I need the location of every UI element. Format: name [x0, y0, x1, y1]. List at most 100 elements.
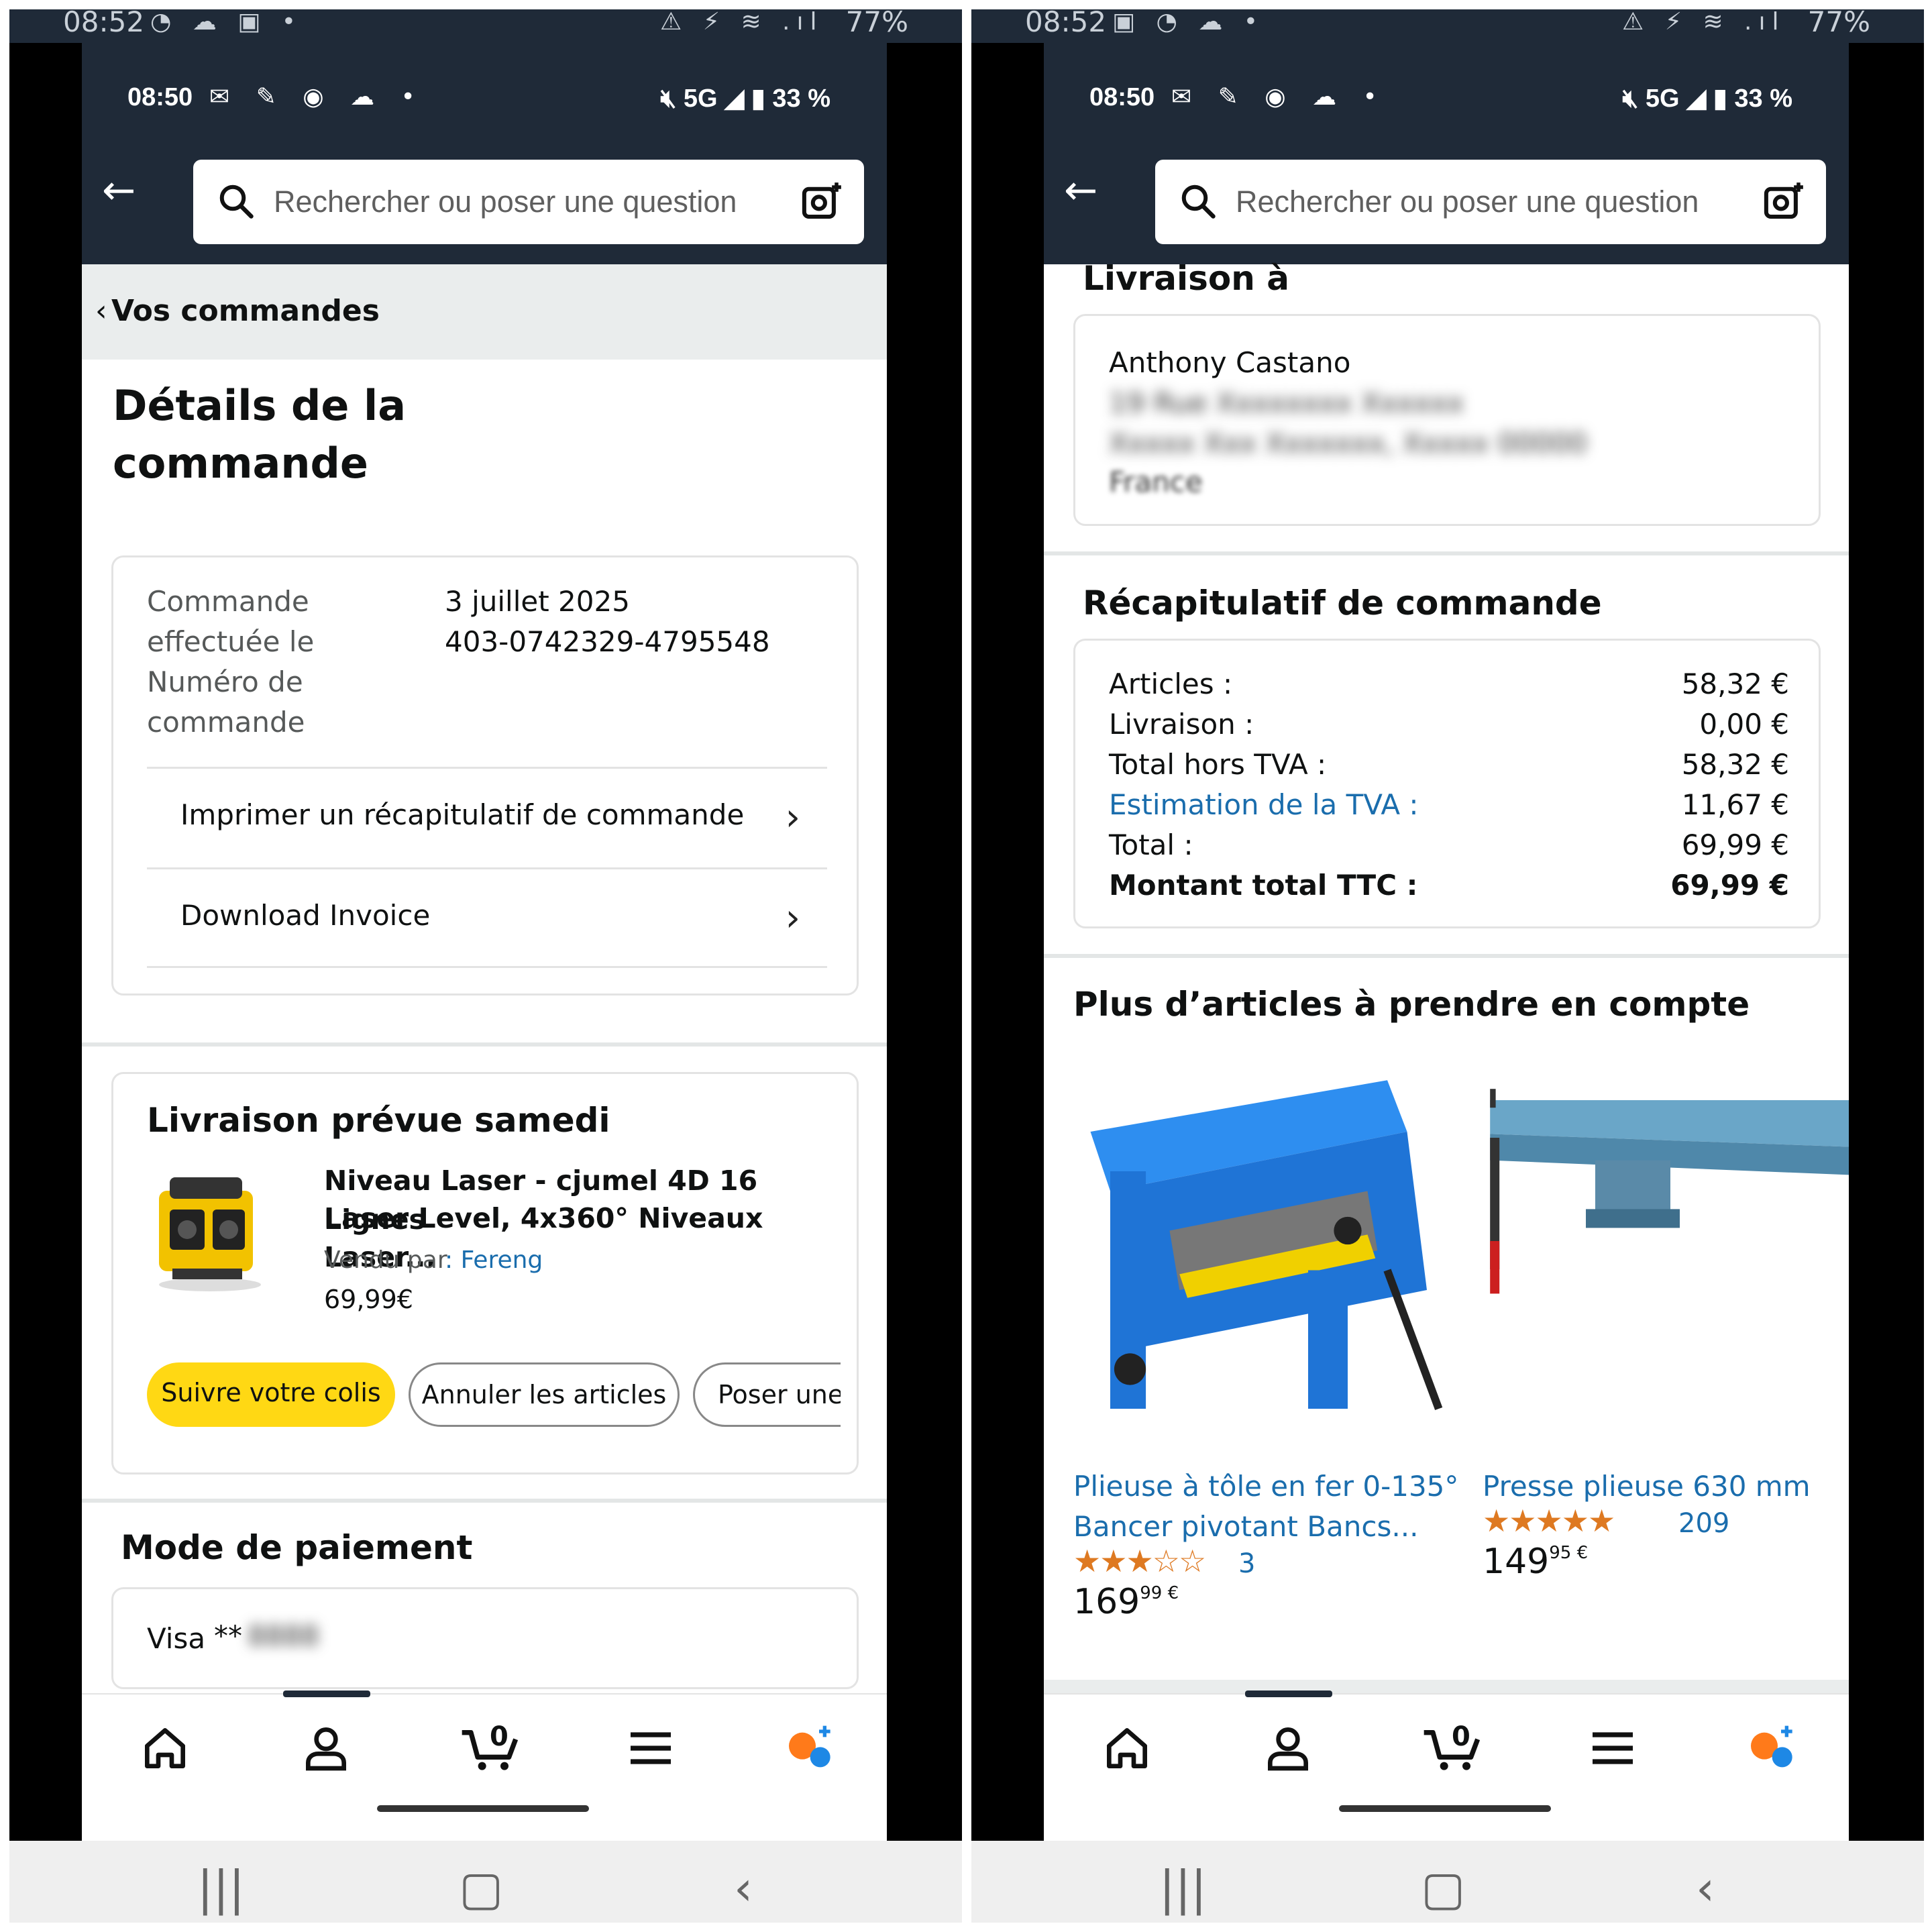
cart-icon[interactable]: 0	[458, 1721, 538, 1782]
network-label: 5G	[1645, 85, 1680, 113]
summary-label: Montant total TTC :	[1109, 869, 1418, 902]
summary-row-vat: Estimation de la TVA : 11,67 €	[1109, 788, 1789, 828]
payment-heading: Mode de paiement	[121, 1528, 473, 1567]
product-title-line1[interactable]: Plieuse à tôle en fer 0-135°	[1073, 1466, 1458, 1507]
order-info-card: Commande effectuée le Numéro de commande…	[111, 555, 859, 996]
account-icon[interactable]	[1261, 1721, 1322, 1782]
summary-row-subtotal: Total hors TVA : 58,32 €	[1109, 748, 1789, 788]
bottom-navigation: 0	[82, 1690, 887, 1841]
system-navigation: ||| ▢ ‹	[971, 1841, 1924, 1923]
summary-value: 58,32 €	[1681, 748, 1789, 781]
outer-status-bar: 08:52 ▣ ◔ ☁ • ⚠ ⚡ ≋ .ıl 77%	[971, 9, 1924, 43]
back-button-icon[interactable]: ‹	[1696, 1861, 1715, 1916]
address-country: France	[1109, 466, 1203, 498]
home-button-icon[interactable]: ▢	[459, 1861, 503, 1916]
summary-label: Articles :	[1109, 667, 1233, 700]
home-button-icon[interactable]: ▢	[1421, 1861, 1465, 1916]
payment-card-mask: **	[214, 1619, 242, 1652]
track-package-button[interactable]: Suivre votre colis	[147, 1362, 395, 1427]
outer-status-time: 08:52	[63, 9, 145, 38]
notification-icons: ✉ ✎ ◉ ☁ •	[209, 83, 425, 111]
chevron-left-icon: ‹	[95, 294, 107, 328]
recent-apps-icon[interactable]: |||	[1159, 1861, 1207, 1916]
product-rating-stars: ★★★☆☆	[1073, 1543, 1206, 1579]
status-right: 🔇︎ 5G ◢ ▮ 33 %	[660, 83, 830, 113]
recipient-name: Anthony Castano	[1109, 346, 1351, 379]
outer-status-time: 08:52	[1025, 9, 1107, 38]
shipping-address-card: Anthony Castano 19 Rue Xxxxxxxx Xxxxxx X…	[1073, 314, 1821, 526]
print-summary-link[interactable]: Imprimer un récapitulatif de commande ›	[147, 767, 827, 867]
recent-apps-icon[interactable]: |||	[197, 1861, 245, 1916]
search-input[interactable]	[1236, 173, 1732, 231]
sold-by-label: Vendu par	[324, 1246, 447, 1274]
left-screenshot: 08:52 ◔ ☁ ▣ • ⚠ ⚡ ≋ .ıl 77% 08:50 ✉ ✎ ◉ …	[9, 9, 962, 1923]
status-time: 08:50	[1089, 83, 1155, 111]
system-navigation: ||| ▢ ‹	[9, 1841, 962, 1923]
rufus-icon[interactable]	[1744, 1721, 1805, 1782]
mute-icon: 🔇︎	[1622, 85, 1646, 113]
camera-icon[interactable]	[800, 180, 844, 224]
print-summary-label[interactable]: Imprimer un récapitulatif de commande	[180, 798, 744, 831]
account-icon[interactable]	[299, 1721, 360, 1782]
price-main: 149	[1483, 1542, 1550, 1582]
product-price: 16999 €	[1073, 1582, 1179, 1622]
product-title-line2[interactable]: Bancer pivotant Bancs...	[1073, 1507, 1418, 1547]
product-rating-stars: ★★★★★	[1483, 1503, 1615, 1539]
product-image-laser-level[interactable]	[140, 1161, 274, 1295]
product-review-count[interactable]: 3	[1238, 1548, 1255, 1579]
vat-estimate-link[interactable]: Estimation de la TVA :	[1109, 788, 1419, 821]
summary-value: 69,99 €	[1670, 869, 1789, 902]
summary-row-items: Articles : 58,32 €	[1109, 667, 1789, 708]
cart-count: 0	[1452, 1721, 1470, 1752]
payment-card: Visa ** 8888	[111, 1587, 859, 1689]
signal-icon: ◢ ▮	[724, 85, 765, 113]
summary-row-grand-total: Montant total TTC : 69,99 €	[1109, 869, 1789, 909]
breadcrumb[interactable]: ‹ Vos commandes	[82, 264, 887, 360]
home-icon[interactable]	[1100, 1721, 1161, 1782]
section-divider	[1044, 1680, 1849, 1693]
phone-screen: 08:50 ✉ ✎ ◉ ☁ • 🔇︎ 5G ◢ ▮ 33 % ← ‹ Vos c…	[82, 43, 887, 1841]
seller-link[interactable]: : Fereng	[445, 1240, 543, 1281]
back-button-icon[interactable]: ‹	[734, 1861, 753, 1916]
price-cents: 99 €	[1140, 1583, 1179, 1603]
summary-label: Total hors TVA :	[1109, 748, 1327, 781]
section-divider	[82, 1042, 887, 1046]
search-bar[interactable]	[193, 160, 864, 244]
product-title-line1[interactable]: Presse plieuse 630 mm	[1483, 1466, 1811, 1507]
order-number-label: Numéro de commande	[147, 665, 305, 739]
search-input[interactable]	[274, 173, 770, 231]
product-image-sheet-bender[interactable]	[1071, 1049, 1466, 1452]
breadcrumb-label[interactable]: Vos commandes	[111, 294, 380, 328]
outer-status-battery: 77%	[1807, 9, 1870, 38]
battery-label: 33 %	[772, 85, 830, 113]
back-arrow-icon[interactable]: ←	[102, 170, 136, 211]
rufus-icon[interactable]	[782, 1721, 843, 1782]
camera-icon[interactable]	[1762, 180, 1806, 224]
product-image-press-brake[interactable]	[1483, 1049, 1849, 1452]
search-icon[interactable]	[1178, 181, 1218, 221]
active-tab-indicator	[283, 1690, 370, 1697]
outer-notification-icons: ▣ ◔ ☁ •	[1112, 9, 1265, 36]
section-divider	[1044, 954, 1849, 958]
menu-icon[interactable]	[624, 1721, 684, 1782]
cart-icon[interactable]: 0	[1419, 1721, 1500, 1782]
summary-value: 69,99 €	[1681, 828, 1789, 861]
summary-label: Total :	[1109, 828, 1193, 861]
search-bar[interactable]	[1155, 160, 1826, 244]
bottom-navigation: 0	[1044, 1690, 1849, 1841]
product-review-count[interactable]: 209	[1678, 1508, 1729, 1539]
menu-icon[interactable]	[1586, 1721, 1646, 1782]
home-icon[interactable]	[138, 1721, 199, 1782]
download-invoice-link[interactable]: Download Invoice ›	[147, 867, 827, 968]
search-icon[interactable]	[216, 181, 256, 221]
mute-icon: 🔇︎	[660, 85, 684, 113]
app-header: 08:50 ✉ ✎ ◉ ☁ • 🔇︎ 5G ◢ ▮ 33 % ←	[82, 43, 887, 264]
download-invoice-label[interactable]: Download Invoice	[180, 899, 430, 932]
ask-question-button[interactable]: Poser une	[693, 1362, 841, 1427]
back-arrow-icon[interactable]: ←	[1064, 170, 1097, 211]
section-divider	[1044, 551, 1849, 555]
cancel-items-button[interactable]: Annuler les articles	[409, 1362, 680, 1427]
product-price: 14995 €	[1483, 1542, 1588, 1582]
more-items-heading: Plus d’articles à prendre en compte	[1073, 985, 1750, 1024]
order-summary-card: Articles : 58,32 € Livraison : 0,00 € To…	[1073, 639, 1821, 928]
